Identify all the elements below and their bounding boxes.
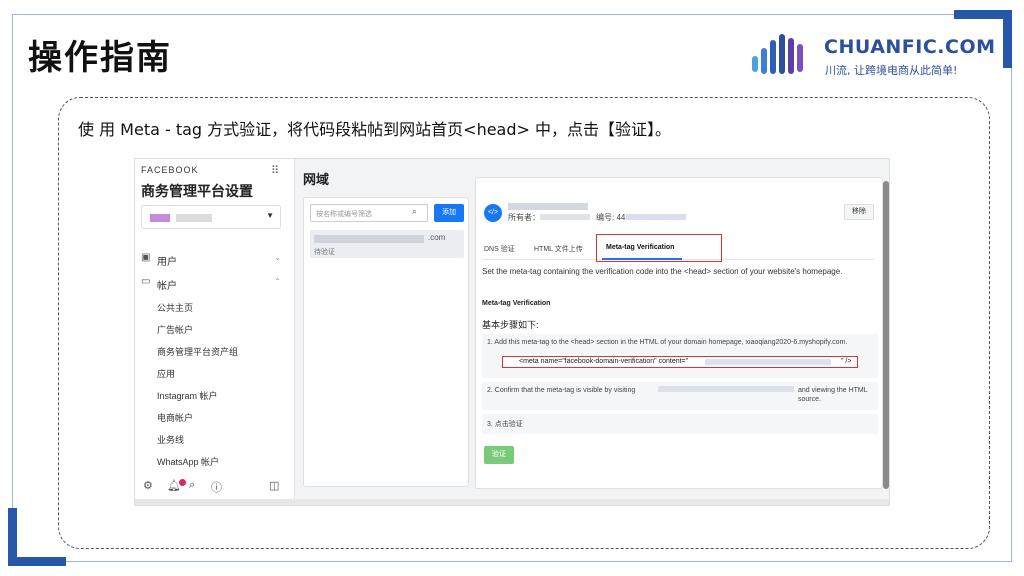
search-icon[interactable]: ⌕	[189, 479, 195, 492]
id-redacted	[626, 214, 686, 220]
chevron-up-icon: ⌃	[274, 277, 281, 286]
verification-code-redacted	[705, 359, 831, 365]
users-icon: ▣	[141, 252, 151, 263]
domain-list-panel: 按名称或编号筛选 ⌕ 添加 .com 待验证	[303, 197, 469, 487]
step-2-text: 2. Confirm that the meta-tag is visible …	[487, 387, 636, 394]
facebook-brand: FACEBOOK	[141, 165, 199, 175]
sidebar-subitem[interactable]: 商务管理平台资产组	[157, 345, 238, 358]
code-icon: </>	[484, 204, 502, 222]
vertical-scrollbar[interactable]	[883, 181, 889, 489]
section-title: Meta-tag Verification	[482, 300, 551, 307]
highlight-box-tab	[596, 234, 722, 262]
instruction-text: 使 用 Meta - tag 方式验证，将代码段粘帖到网站首页<head> 中，…	[78, 120, 672, 139]
search-icon: ⌕	[412, 206, 418, 216]
filter-input[interactable]: 按名称或编号筛选	[310, 204, 428, 222]
logo-name: CHUANFIC.COM	[824, 36, 996, 58]
sidebar-item-users[interactable]: ▣ 用户 ⌄	[141, 251, 281, 269]
sidebar-subitem[interactable]: 电商帐户	[157, 411, 193, 424]
step-1-text: 1. Add this meta-tag to the <head> secti…	[487, 339, 848, 346]
domain-suffix: .com	[428, 233, 446, 242]
business-account-select[interactable]: ▼	[141, 205, 281, 229]
tab-dns[interactable]: DNS 验证	[484, 244, 515, 254]
account-avatar	[150, 214, 170, 222]
settings-gear-icon[interactable]: ⚙	[143, 479, 153, 492]
facebook-domain-screenshot: FACEBOOK ⠿ 商务管理平台设置 ▼ ▣ 用户 ⌄ ▭ 帐户 ⌃ 公共主页…	[134, 158, 890, 506]
sidebar-subitem[interactable]: WhatsApp 帐户	[157, 455, 219, 468]
settings-sidebar: FACEBOOK ⠿ 商务管理平台设置 ▼ ▣ 用户 ⌄ ▭ 帐户 ⌃ 公共主页…	[135, 159, 295, 505]
help-icon[interactable]: ⓘ	[211, 479, 222, 495]
sidebar-footer: ⚙ 🔔︎ ⌕ ⓘ ◫	[141, 479, 281, 495]
domain-title-redacted	[508, 203, 588, 210]
sidebar-item-label: 用户	[157, 257, 177, 268]
meta-tag-snippet[interactable]: <meta name="facebook-domain-verification…	[502, 356, 858, 368]
sidebar-subitem[interactable]: 应用	[157, 367, 175, 380]
owner-label: 所有者：	[508, 213, 540, 222]
steps-heading: 基本步骤如下:	[482, 320, 539, 330]
accounts-icon: ▭	[141, 276, 151, 287]
sidebar-title: 商务管理平台设置	[141, 183, 253, 199]
id-label: 编号: 44	[596, 213, 626, 222]
page-title: 网域	[303, 172, 330, 187]
chevron-down-icon: ⌄	[274, 253, 281, 262]
brand-logo: CHUANFIC.COM 川流, 让跨境电商从此简单!	[752, 24, 995, 82]
step-3: 3. 点击验证	[482, 414, 878, 434]
url-redacted	[658, 386, 794, 392]
sidebar-subitem[interactable]: Instagram 帐户	[157, 389, 218, 402]
sidebar-item-accounts[interactable]: ▭ 帐户 ⌃	[141, 275, 281, 293]
sidebar-subitem[interactable]: 业务线	[157, 433, 184, 446]
add-domain-button[interactable]: 添加	[434, 204, 464, 222]
method-description: Set the meta-tag containing the verifica…	[482, 267, 843, 276]
snippet-end: " />	[841, 358, 852, 365]
owner-name-redacted	[540, 214, 590, 220]
domain-name-redacted	[314, 235, 424, 243]
sidebar-subitem[interactable]: 广告帐户	[157, 323, 193, 336]
panel-toggle-icon[interactable]: ◫	[269, 479, 279, 492]
domain-status: 待验证	[314, 249, 335, 256]
domain-list-item[interactable]: .com 待验证	[310, 230, 464, 258]
verify-button[interactable]: 验证	[484, 446, 514, 464]
apps-grid-icon[interactable]: ⠿	[271, 164, 279, 177]
account-name-redacted	[176, 214, 212, 222]
tab-html-file[interactable]: HTML 文件上传	[534, 244, 583, 254]
notification-badge	[179, 479, 186, 486]
step-2-tail: and viewing the HTML source.	[798, 387, 868, 403]
remove-button[interactable]: 移除	[844, 204, 874, 220]
horizontal-scrollbar[interactable]	[135, 499, 889, 505]
step-3-text: 3. 点击验证	[487, 421, 523, 428]
sidebar-subitem[interactable]: 公共主页	[157, 301, 193, 314]
snippet-text: <meta name="facebook-domain-verification…	[519, 358, 689, 365]
caret-down-icon: ▼	[266, 211, 274, 220]
sidebar-item-label: 帐户	[157, 281, 177, 292]
step-2: 2. Confirm that the meta-tag is visible …	[482, 382, 878, 410]
logo-bars-icon	[752, 34, 803, 74]
slide-title: 操作指南	[28, 38, 172, 78]
owner-line: 所有者： 编号: 44	[508, 212, 625, 223]
step-1: 1. Add this meta-tag to the <head> secti…	[482, 334, 878, 378]
domain-detail-panel: </> 所有者： 编号: 44 移除 DNS 验证 HTML 文件上传 Meta…	[475, 177, 883, 489]
logo-slogan: 川流, 让跨境电商从此简单!	[825, 64, 958, 77]
